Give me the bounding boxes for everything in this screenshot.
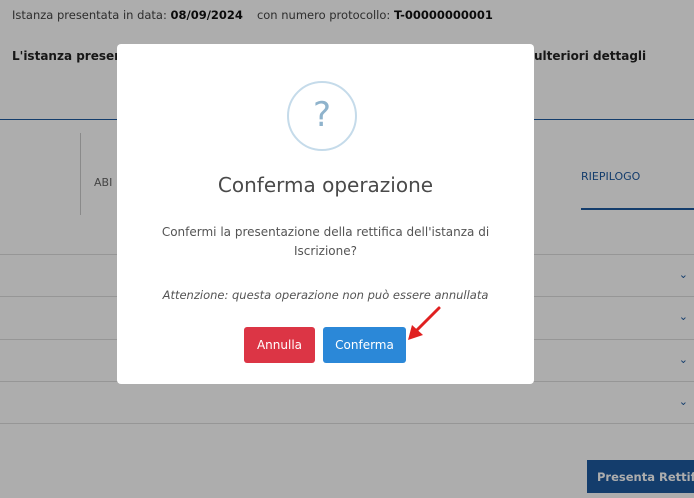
dialog-warning: Attenzione: questa operazione non può es… xyxy=(162,288,489,302)
question-icon: ? xyxy=(287,81,357,151)
dialog-title: Conferma operazione xyxy=(217,173,434,197)
confirm-dialog: ? Conferma operazione Confermi la presen… xyxy=(117,44,534,384)
cancel-button[interactable]: Annulla xyxy=(244,327,315,363)
confirm-button[interactable]: Conferma xyxy=(323,327,406,363)
dialog-message: Confermi la presentazione della rettific… xyxy=(161,225,490,258)
annotation-arrow-icon xyxy=(408,306,441,340)
